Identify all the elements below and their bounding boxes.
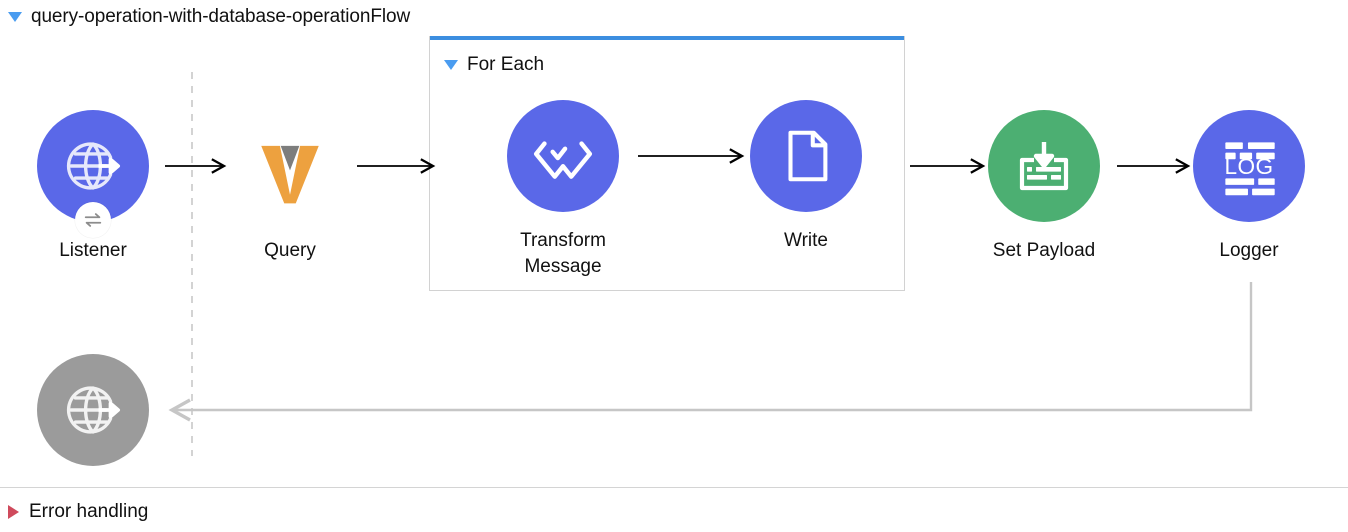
flow-node-write[interactable]: Write [726,100,886,254]
error-handling-label: Error handling [29,501,149,522]
write-icon-disc[interactable] [750,100,862,212]
node-label-set-payload: Set Payload [992,240,1096,261]
dataweave-transform-icon [533,141,593,179]
transform-message-icon-disc[interactable] [507,100,619,212]
node-label-query: Query [264,240,316,261]
logger-icon-disc[interactable]: LOG [1193,110,1305,222]
triangle-right-icon[interactable] [8,505,19,519]
flow-node-set-payload[interactable]: Set Payload [964,110,1124,264]
exchange-arrows-icon [84,213,102,227]
node-label-listener: Listener [59,240,127,261]
database-query-v-icon [261,145,319,204]
query-icon-disc[interactable] [234,110,346,222]
node-label-transform-message: Transform Message [520,230,606,277]
http-response-globe-icon [66,386,121,434]
logger-log-icon: LOG [1225,142,1275,196]
footer-divider [0,487,1348,488]
response-icon-disc[interactable] [37,354,149,466]
flow-node-response[interactable] [13,354,173,466]
flow-node-transform-message[interactable]: Transform Message [483,100,643,280]
node-label-logger: Logger [1219,240,1279,261]
file-document-icon [788,130,828,182]
flow-node-listener[interactable]: Listener [13,110,173,264]
set-payload-icon-disc[interactable] [988,110,1100,222]
listener-icon-disc[interactable] [37,110,149,238]
error-handling-section[interactable]: Error handling [8,499,148,525]
flow-node-logger[interactable]: LOG Logger [1169,110,1329,264]
flow-node-query[interactable]: Query [210,110,370,264]
connector-layer [165,72,1253,456]
connector-logger-to-response-return-path [168,282,1253,422]
exchange-arrows-badge [75,202,111,238]
node-label-write: Write [784,230,828,251]
svg-text:LOG: LOG [1225,154,1274,179]
http-listener-globe-icon [66,142,121,190]
set-payload-arrow-into-box-icon [1019,142,1069,191]
